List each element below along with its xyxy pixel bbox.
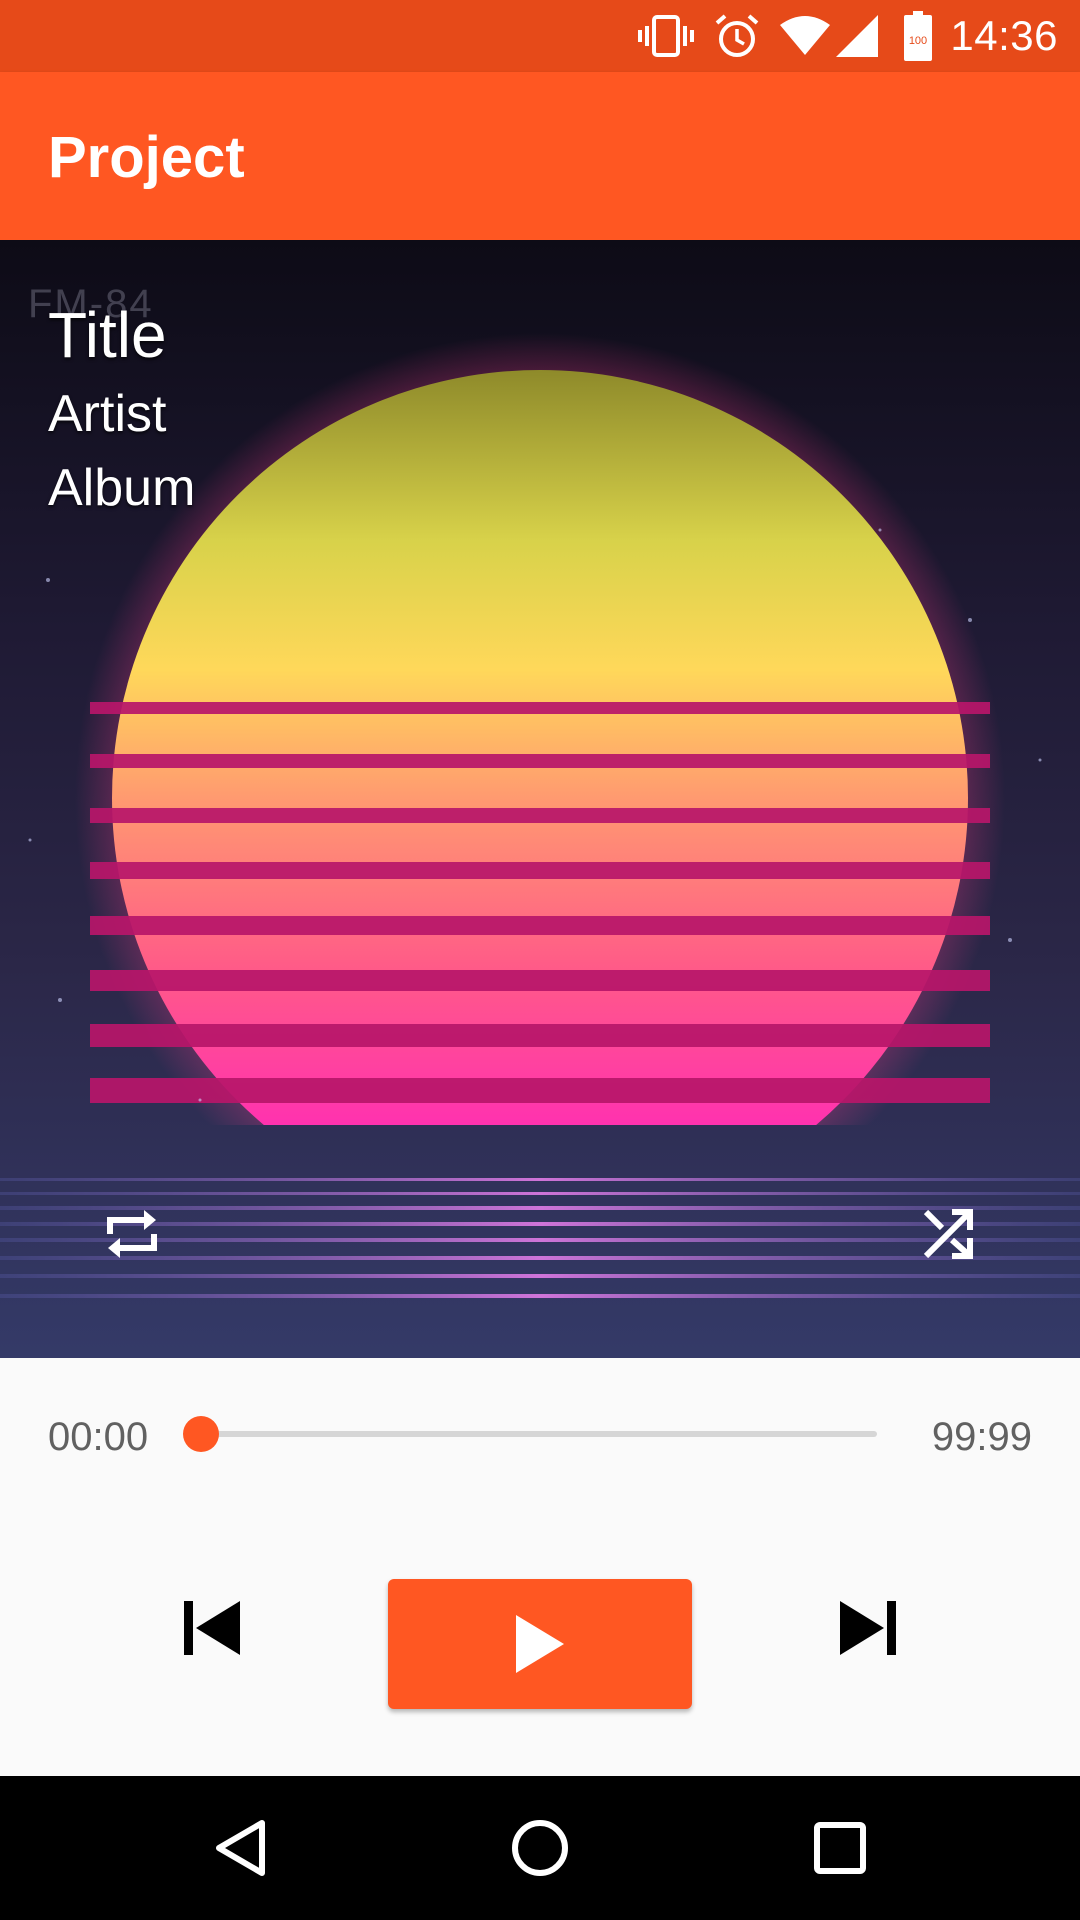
status-icons: 100 14:36 bbox=[618, 0, 1058, 72]
wifi-icon bbox=[780, 15, 831, 57]
track-title: Title bbox=[48, 299, 167, 371]
total-time: 99:99 bbox=[931, 1415, 1032, 1459]
play-button[interactable] bbox=[388, 1579, 692, 1709]
shuffle-button[interactable] bbox=[900, 1186, 996, 1282]
track-artist: Artist bbox=[48, 385, 167, 443]
battery-icon: 100 bbox=[904, 11, 933, 61]
play-icon bbox=[516, 1615, 564, 1673]
home-icon bbox=[512, 1820, 568, 1876]
back-icon bbox=[216, 1820, 265, 1876]
status-clock: 14:36 bbox=[950, 12, 1058, 59]
back-button[interactable] bbox=[190, 1798, 290, 1898]
album-artwork: FM-84 Title Artist Album bbox=[0, 240, 1080, 1358]
seek-thumb[interactable] bbox=[183, 1416, 219, 1452]
skip-previous-icon bbox=[184, 1601, 240, 1655]
skip-next-button[interactable] bbox=[816, 1576, 920, 1680]
repeat-button[interactable] bbox=[84, 1186, 180, 1282]
current-time: 00:00 bbox=[48, 1415, 149, 1459]
alarm-icon bbox=[714, 13, 760, 59]
repeat-icon bbox=[107, 1210, 157, 1258]
navigation-bar bbox=[0, 1776, 1080, 1920]
app-title: Project bbox=[48, 125, 245, 190]
vibrate-icon bbox=[638, 14, 695, 58]
skip-next-icon bbox=[840, 1601, 896, 1655]
app-bar: Project bbox=[0, 72, 1080, 240]
skip-previous-button[interactable] bbox=[160, 1576, 264, 1680]
recents-icon bbox=[814, 1822, 866, 1874]
status-bar: 100 14:36 bbox=[0, 0, 1080, 72]
signal-icon bbox=[836, 15, 879, 57]
track-album: Album bbox=[48, 459, 196, 517]
shuffle-icon bbox=[923, 1209, 973, 1259]
battery-level: 100 bbox=[909, 35, 927, 47]
seek-row: 00:00 99:99 bbox=[0, 1358, 1080, 1508]
recents-button[interactable] bbox=[790, 1798, 890, 1898]
seek-bar[interactable] bbox=[201, 1431, 877, 1437]
home-button[interactable] bbox=[490, 1798, 590, 1898]
playback-controls bbox=[0, 1508, 1080, 1776]
